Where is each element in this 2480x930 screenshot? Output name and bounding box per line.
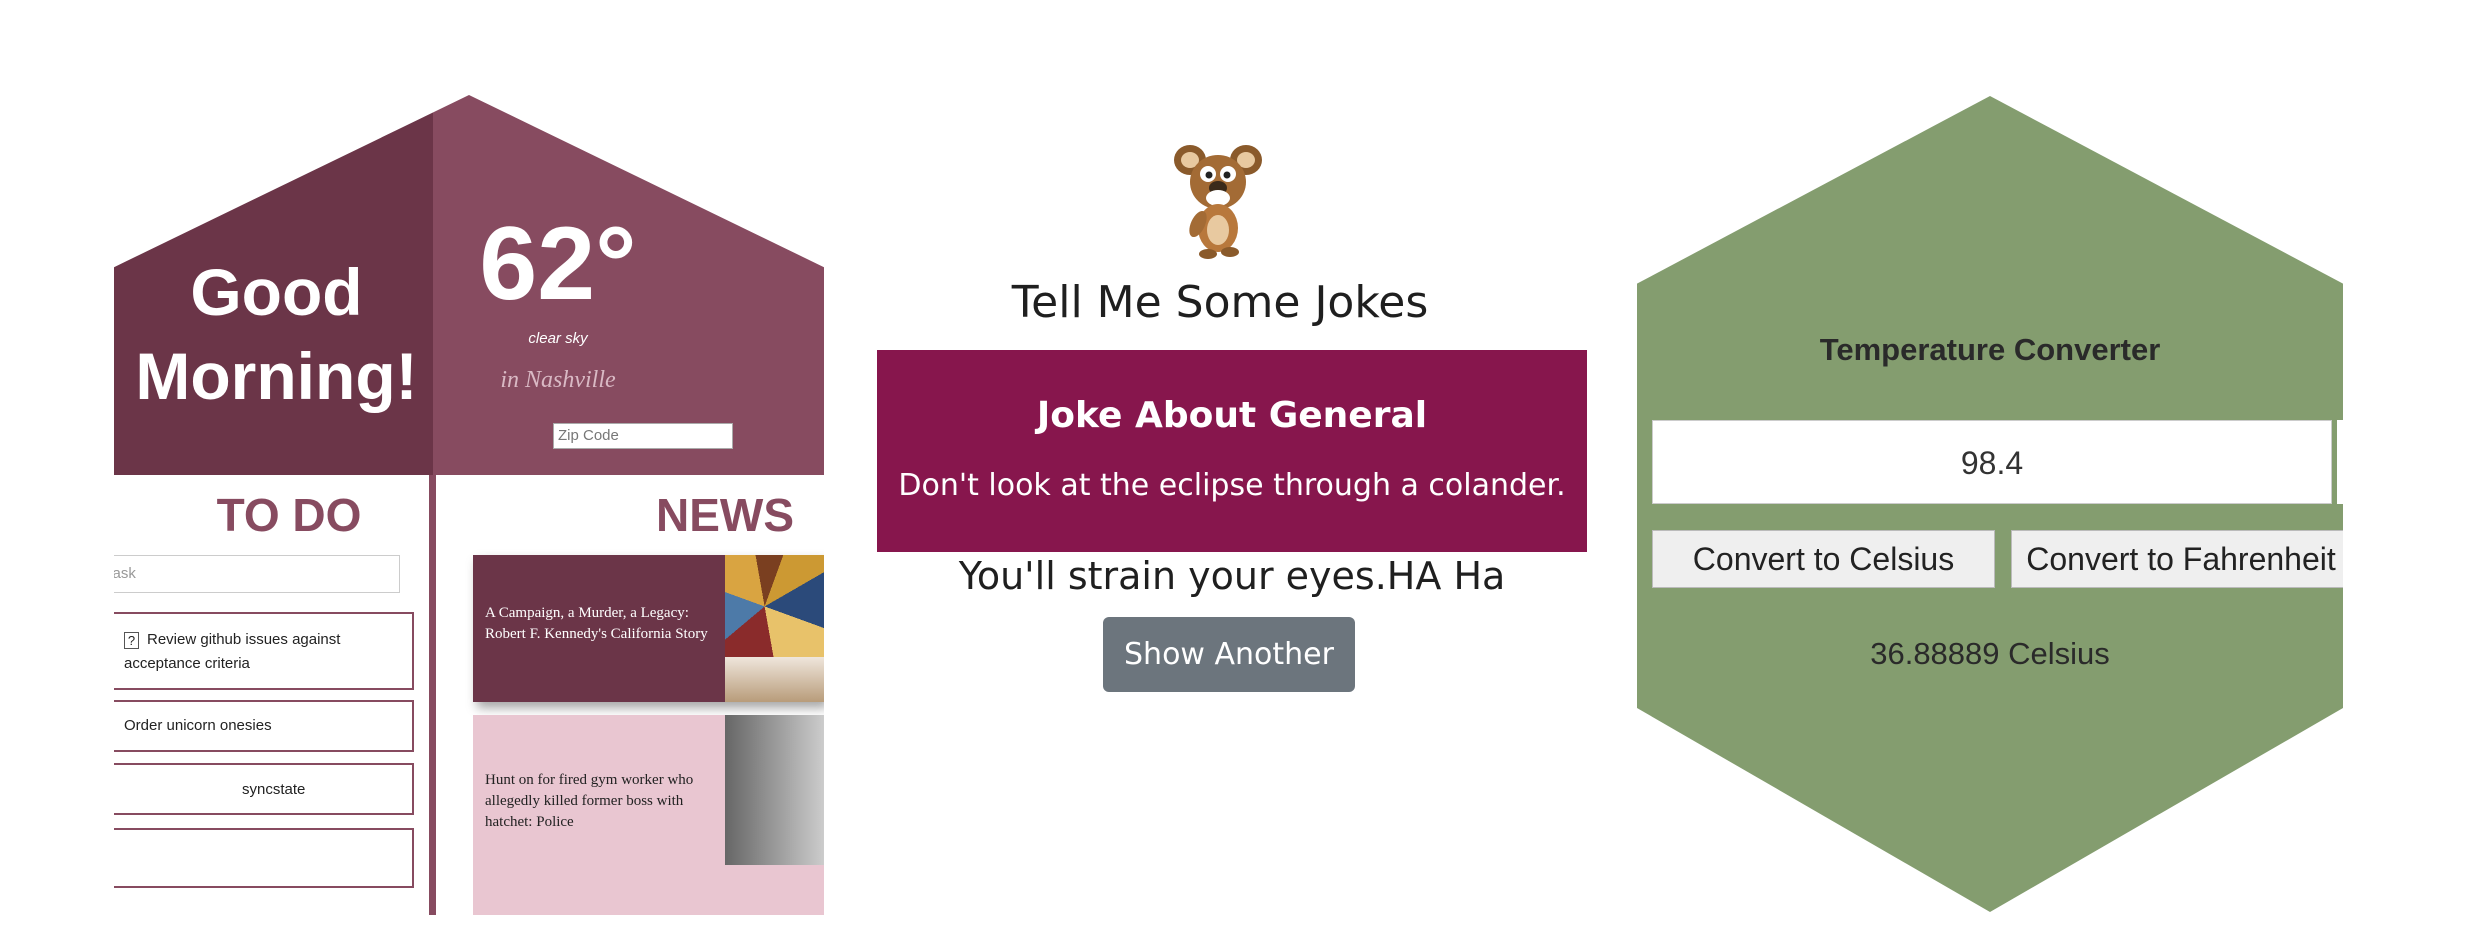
checkbox-icon[interactable]: ? [124,631,139,649]
news-heading: NEWS [656,489,794,541]
koala-logo-icon [1174,145,1262,259]
show-another-button[interactable]: Show Another [1103,617,1355,692]
joke-category-heading: Joke About General [1036,395,1428,436]
convert-to-celsius-button[interactable]: Convert to Celsius [1652,530,1995,588]
page-title: Tell Me Some Jokes [1011,277,1429,328]
dashboard-hexagon: Good Morning! 62° clear sky in Nashville… [114,95,824,915]
joke-setup: Don't look at the eclipse through a cola… [898,468,1566,503]
todo-item[interactable]: Order unicorn onesies [114,700,414,752]
news-thumbnail [725,715,824,865]
weather-panel: 62° clear sky in Nashville Zip Code [433,95,824,475]
task-input[interactable]: Task [114,555,400,593]
todo-item[interactable] [114,828,414,888]
news-card[interactable]: A Campaign, a Murder, a Legacy: Robert F… [473,555,824,702]
todo-item[interactable]: syncstate [114,763,414,815]
input-edge [2337,420,2343,504]
news-card[interactable]: Hunt on for fired gym worker who alleged… [473,715,824,915]
weather-condition: clear sky [528,330,588,347]
convert-to-fahrenheit-button[interactable]: Convert to Fahrenheit [2011,530,2343,588]
todo-heading: TO DO [216,489,362,541]
todo-item[interactable]: ? Review github issues against acceptance… [114,612,414,690]
todo-item-label: Review github issues against acceptance … [124,631,341,672]
news-headline[interactable]: Hunt on for fired gym worker who alleged… [485,770,695,833]
news-thumbnail [725,555,824,702]
news-headline[interactable]: A Campaign, a Murder, a Legacy: Robert F… [485,603,725,645]
joke-punchline: You'll strain your eyes.HA Ha [958,554,1506,598]
joke-card: Joke About General Don't look at the ecl… [877,350,1587,552]
converter-hexagon: Temperature Converter 98.4 Convert to Ce… [1637,96,2343,912]
conversion-result: 36.88889 Celsius [1870,636,2110,671]
column-divider [429,475,436,915]
greeting-panel: Good Morning! [114,95,433,475]
temperature-input[interactable]: 98.4 [1652,420,2332,504]
weather-location: in Nashville [500,367,616,393]
zip-code-input[interactable]: Zip Code [553,423,733,449]
converter-title: Temperature Converter [1819,332,2161,367]
todo-item-label: syncstate [242,781,306,798]
todo-item-label: Order unicorn onesies [124,717,272,734]
greeting-text: Good Morning! [135,255,418,413]
temperature-readout: 62° [479,206,637,322]
